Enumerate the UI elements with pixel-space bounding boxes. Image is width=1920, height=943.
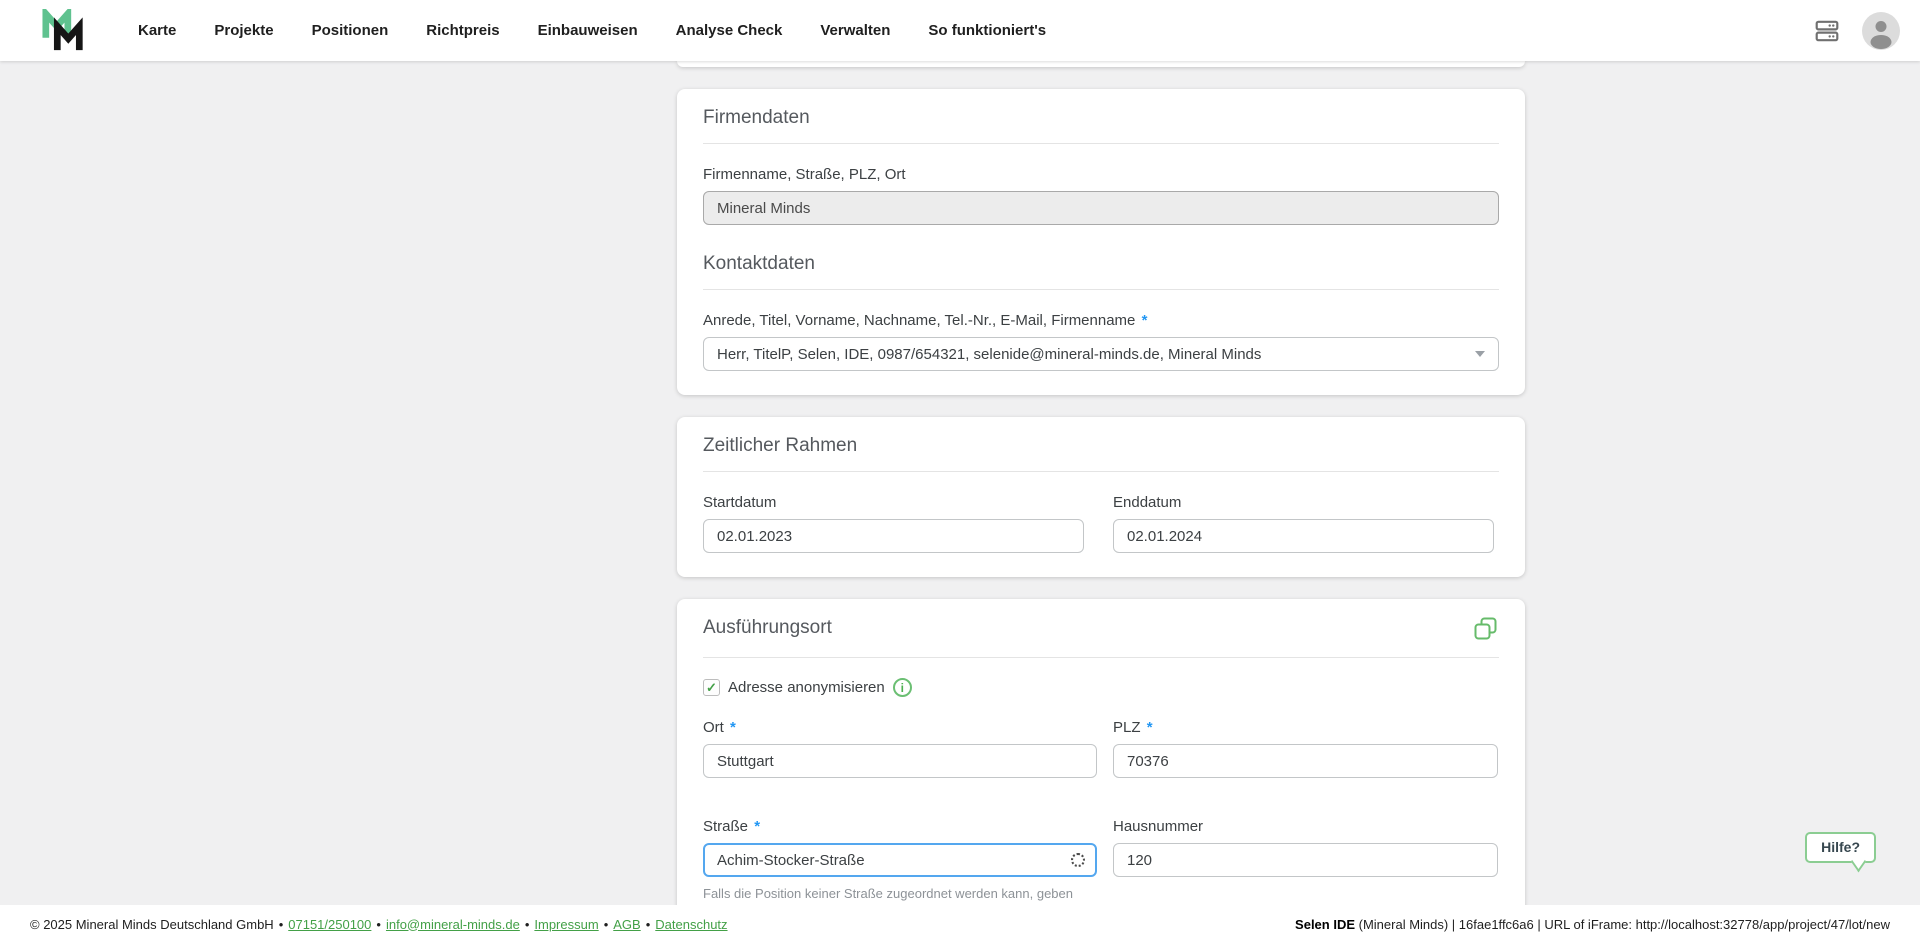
nav-item-richtpreis[interactable]: Richtpreis — [426, 22, 499, 39]
server-icon[interactable] — [1814, 18, 1840, 44]
startdatum-field: Startdatum — [703, 472, 1097, 553]
copy-icon[interactable] — [1472, 615, 1499, 645]
nav-item-positionen[interactable]: Positionen — [312, 22, 389, 39]
hausnummer-field: Hausnummer — [1113, 796, 1498, 905]
chevron-down-icon — [1475, 351, 1485, 357]
strasse-label: Straße * — [703, 818, 1097, 835]
ausfuehrungsort-title: Ausführungsort — [703, 617, 832, 638]
plz-label-text: PLZ — [1113, 719, 1141, 736]
ort-field: Ort * — [703, 697, 1097, 778]
ort-input[interactable] — [703, 744, 1097, 778]
previous-card-partial — [677, 61, 1525, 67]
strasse-field: Straße * Falls die Position keiner Straß… — [703, 796, 1097, 905]
main-nav: Karte Projekte Positionen Richtpreis Ein… — [138, 22, 1046, 39]
strasse-label-text: Straße — [703, 818, 749, 835]
divider — [703, 143, 1499, 144]
footer-link-impressum[interactable]: Impressum — [534, 917, 598, 932]
footer: © 2025 Mineral Minds Deutschland GmbH • … — [0, 905, 1920, 943]
zeitlicher-rahmen-title: Zeitlicher Rahmen — [703, 435, 858, 456]
footer-left: © 2025 Mineral Minds Deutschland GmbH • … — [30, 917, 728, 932]
kontakt-select-value: Herr, TitelP, Selen, IDE, 0987/654321, s… — [717, 345, 1262, 363]
required-asterisk: * — [1141, 312, 1148, 329]
startdatum-input[interactable] — [703, 519, 1084, 553]
enddatum-field: Enddatum — [1113, 472, 1498, 553]
ort-label-text: Ort — [703, 719, 724, 736]
separator: • — [603, 916, 609, 932]
footer-link-email[interactable]: info@mineral-minds.de — [386, 917, 520, 932]
help-button[interactable]: Hilfe? — [1805, 832, 1876, 863]
separator: • — [278, 916, 284, 932]
nav-item-so-funktionierts[interactable]: So funktioniert's — [928, 22, 1046, 39]
loading-spinner-icon — [1071, 853, 1085, 867]
mineral-minds-logo-icon[interactable] — [40, 8, 88, 53]
copyright-text: © 2025 Mineral Minds Deutschland GmbH — [30, 916, 274, 932]
separator: • — [645, 916, 651, 932]
startdatum-label: Startdatum — [703, 494, 777, 511]
divider — [703, 289, 1499, 290]
form-column: Firmendaten Firmenname, Straße, PLZ, Ort… — [677, 61, 1525, 905]
footer-link-datenschutz[interactable]: Datenschutz — [655, 917, 727, 932]
required-asterisk: * — [1146, 719, 1153, 736]
separator: • — [376, 916, 381, 932]
nav-item-verwalten[interactable]: Verwalten — [820, 22, 890, 39]
divider — [703, 657, 1499, 658]
firmendaten-card: Firmendaten Firmenname, Straße, PLZ, Ort… — [677, 89, 1525, 395]
footer-app-name: Selen IDE — [1295, 916, 1356, 932]
ort-label: Ort * — [703, 719, 1097, 736]
zeitlicher-rahmen-card: Zeitlicher Rahmen Startdatum Enddatum — [677, 417, 1525, 577]
nav-item-projekte[interactable]: Projekte — [214, 22, 273, 39]
kontaktdaten-title: Kontaktdaten — [703, 253, 815, 274]
helper-text-main: Falls die Position keiner Straße zugeord… — [703, 886, 1073, 901]
nav-item-karte[interactable]: Karte — [138, 22, 176, 39]
user-avatar[interactable] — [1862, 11, 1900, 50]
hausnummer-input[interactable] — [1113, 843, 1498, 877]
page-content: Firmendaten Firmenname, Straße, PLZ, Ort… — [0, 61, 1920, 905]
plz-label: PLZ * — [1113, 719, 1498, 736]
anonymize-row: ✓ Adresse anonymisieren i — [703, 678, 1499, 697]
plz-field: PLZ * — [1113, 697, 1498, 778]
strasse-helper-text: Falls die Position keiner Straße zugeord… — [703, 884, 1083, 905]
required-asterisk: * — [730, 719, 736, 736]
kontakt-label-text: Anrede, Titel, Vorname, Nachname, Tel.-N… — [703, 312, 1136, 329]
anonymize-checkbox[interactable]: ✓ — [703, 679, 720, 696]
enddatum-label: Enddatum — [1113, 494, 1182, 511]
required-asterisk: * — [754, 818, 761, 835]
footer-debug-text: (Mineral Minds) | 16fae1ffc6a6 | URL of … — [1355, 916, 1890, 932]
firmenname-input[interactable] — [703, 191, 1499, 225]
ausfuehrungsort-card: Ausführungsort ✓ Adresse anonymisieren i — [677, 599, 1525, 905]
nav-item-einbauweisen[interactable]: Einbauweisen — [538, 22, 638, 39]
kontakt-label: Anrede, Titel, Vorname, Nachname, Tel.-N… — [703, 312, 1499, 329]
strasse-input[interactable] — [703, 843, 1097, 877]
footer-debug-info: Selen IDE (Mineral Minds) | 16fae1ffc6a6… — [1295, 917, 1890, 932]
footer-link-agb[interactable]: AGB — [613, 917, 640, 932]
firmenname-label: Firmenname, Straße, PLZ, Ort — [703, 166, 906, 183]
separator: • — [524, 916, 530, 932]
navbar: Karte Projekte Positionen Richtpreis Ein… — [0, 0, 1920, 61]
footer-link-phone[interactable]: 07151/250100 — [288, 917, 371, 932]
firmendaten-title: Firmendaten — [703, 107, 810, 128]
plz-input[interactable] — [1113, 744, 1498, 778]
navbar-actions — [1814, 11, 1900, 50]
nav-item-analyse-check[interactable]: Analyse Check — [676, 22, 783, 39]
info-icon[interactable]: i — [892, 678, 912, 697]
hausnummer-label: Hausnummer — [1113, 818, 1204, 835]
kontakt-select[interactable]: Herr, TitelP, Selen, IDE, 0987/654321, s… — [703, 337, 1499, 371]
enddatum-input[interactable] — [1113, 519, 1494, 553]
anonymize-label[interactable]: Adresse anonymisieren — [728, 679, 885, 696]
